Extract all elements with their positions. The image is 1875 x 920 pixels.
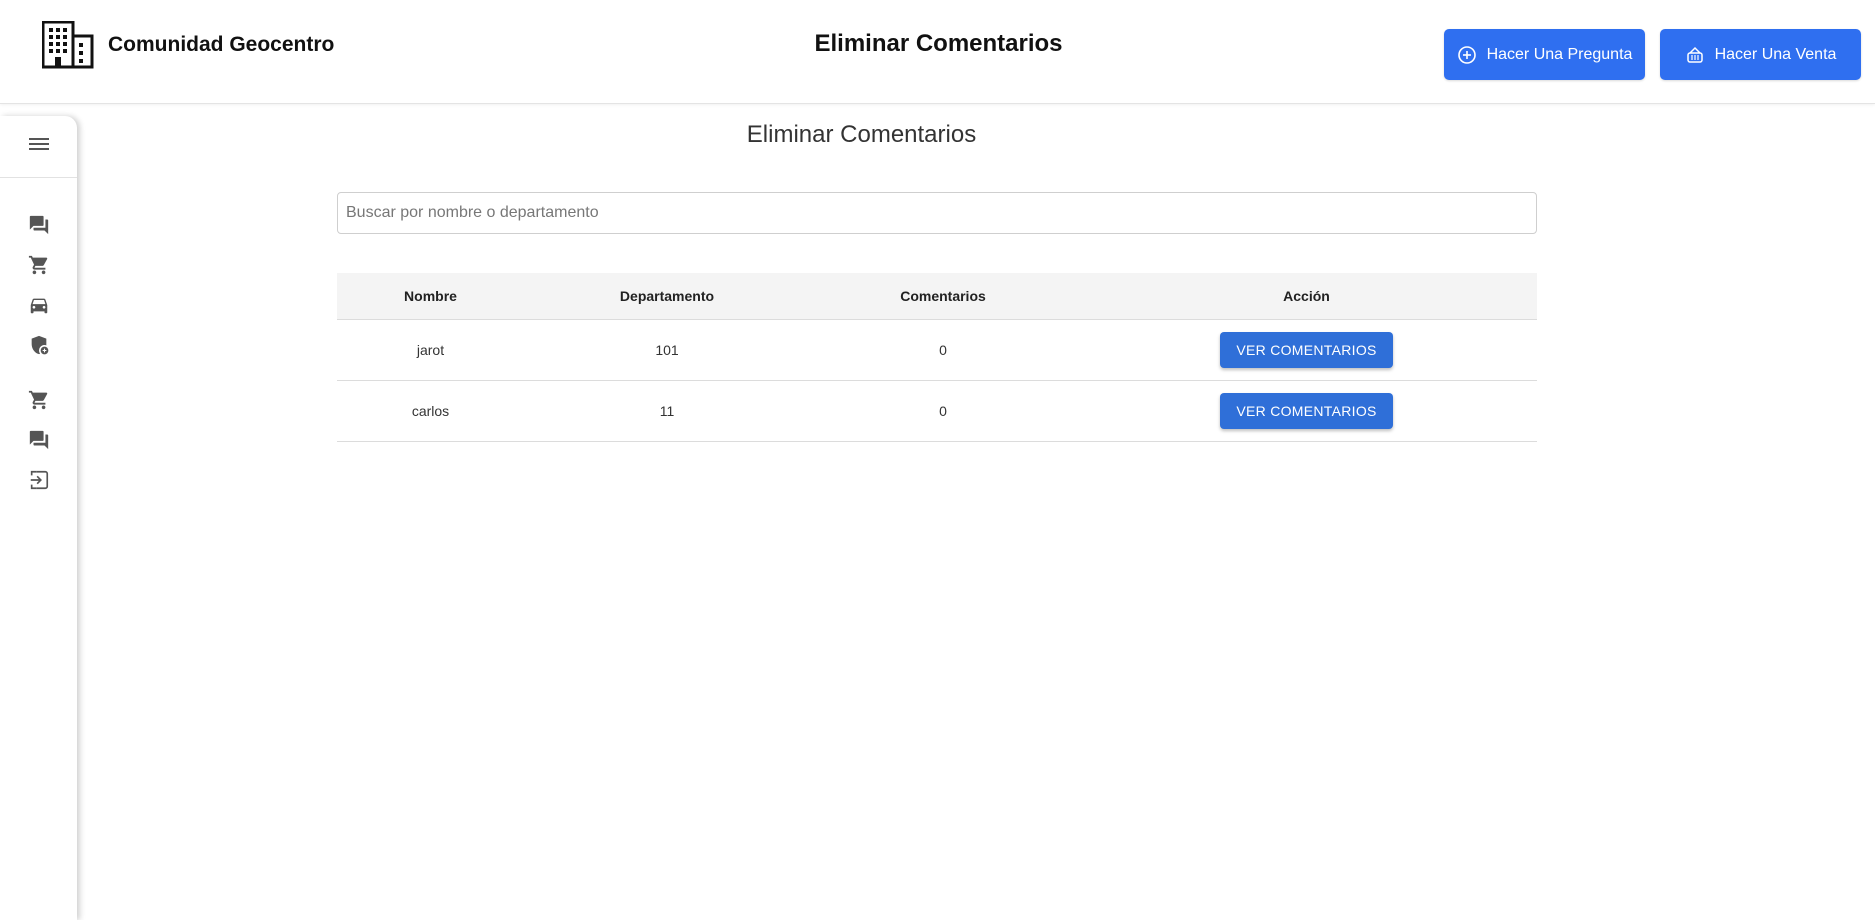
cart-icon	[28, 389, 50, 416]
ask-question-label: Hacer Una Pregunta	[1486, 45, 1633, 63]
sidebar-item-security[interactable]	[27, 335, 51, 359]
page-title: Eliminar Comentarios	[746, 121, 977, 148]
make-sale-label: Hacer Una Venta	[1714, 45, 1837, 63]
sidebar	[0, 116, 77, 920]
column-header-accion: Acción	[1076, 273, 1537, 320]
table-body: jarot 101 0 VER COMENTARIOS carlos 11 0 …	[337, 319, 1537, 442]
sidebar-item-delete-comments[interactable]	[27, 430, 51, 454]
cell-nombre: carlos	[337, 380, 524, 442]
search-input[interactable]	[337, 192, 1537, 234]
view-comments-button[interactable]: VER COMENTARIOS	[1220, 331, 1393, 368]
logout-icon	[28, 469, 50, 496]
basket-icon	[1685, 45, 1705, 65]
make-sale-button[interactable]: Hacer Una Venta	[1660, 29, 1861, 80]
shield-icon	[28, 334, 50, 361]
cell-accion: VER COMENTARIOS	[1076, 380, 1537, 442]
header-title-text: Eliminar Comentarios	[814, 30, 1063, 57]
users-table: Nombre Departamento Comentarios Acción j…	[337, 273, 1537, 442]
forum-icon	[28, 429, 50, 456]
cell-nombre: jarot	[337, 319, 524, 381]
cell-comentarios: 0	[810, 380, 1076, 442]
cell-comentarios: 0	[810, 319, 1076, 381]
table-row: carlos 11 0 VER COMENTARIOS	[337, 380, 1537, 442]
ask-question-button[interactable]: Hacer Una Pregunta	[1444, 29, 1645, 80]
column-header-departamento: Departamento	[524, 273, 810, 320]
sidebar-item-logout[interactable]	[27, 470, 51, 494]
table-row: jarot 101 0 VER COMENTARIOS	[337, 319, 1537, 381]
table-header-row: Nombre Departamento Comentarios Acción	[337, 273, 1537, 320]
cell-departamento: 101	[524, 319, 810, 381]
column-header-comentarios: Comentarios	[810, 273, 1076, 320]
cell-departamento: 11	[524, 380, 810, 442]
forum-icon	[28, 214, 50, 241]
sidebar-item-questions[interactable]	[27, 215, 51, 239]
table-header: Nombre Departamento Comentarios Acción	[337, 273, 1537, 320]
column-header-nombre: Nombre	[337, 273, 524, 320]
top-app-bar: Comunidad Geocentro Eliminar Comentarios…	[0, 0, 1875, 104]
sidebar-item-sales[interactable]	[27, 255, 51, 279]
add-circle-icon	[1457, 45, 1477, 65]
view-comments-button[interactable]: VER COMENTARIOS	[1220, 392, 1393, 429]
sidebar-item-vehicles[interactable]	[27, 295, 51, 319]
cell-accion: VER COMENTARIOS	[1076, 319, 1537, 381]
car-icon	[28, 294, 50, 321]
cart-icon	[28, 254, 50, 281]
sidebar-item-delete-sales[interactable]	[27, 390, 51, 414]
